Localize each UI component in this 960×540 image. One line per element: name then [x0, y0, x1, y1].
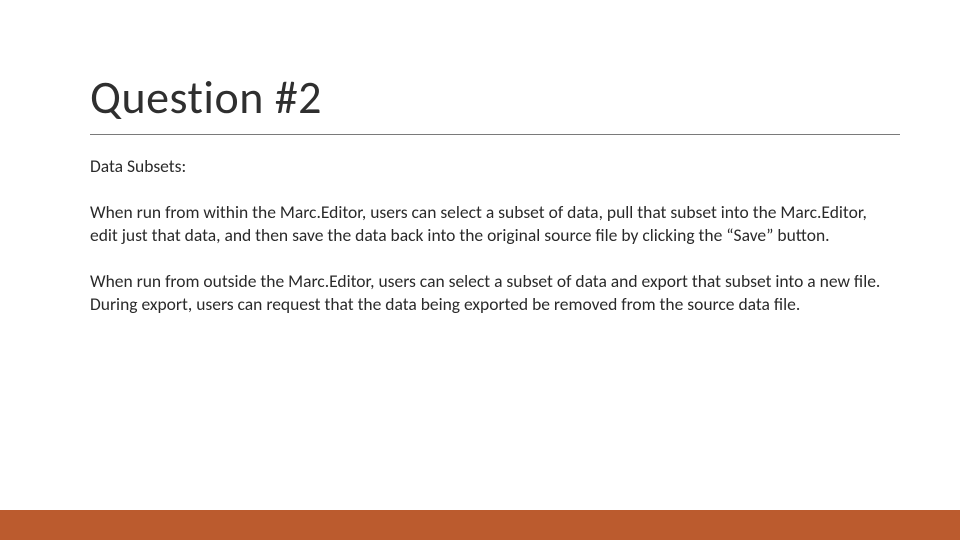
paragraph-1: When run from within the Marc.Editor, us… [90, 201, 890, 246]
paragraph-2: When run from outside the Marc.Editor, u… [90, 270, 890, 315]
slide-title: Question #2 [90, 70, 900, 126]
slide: Question #2 Data Subsets: When run from … [0, 0, 960, 540]
accent-bar [0, 510, 960, 540]
slide-content: Question #2 Data Subsets: When run from … [90, 70, 900, 339]
title-underline [90, 134, 900, 135]
subtitle: Data Subsets: [90, 155, 890, 177]
